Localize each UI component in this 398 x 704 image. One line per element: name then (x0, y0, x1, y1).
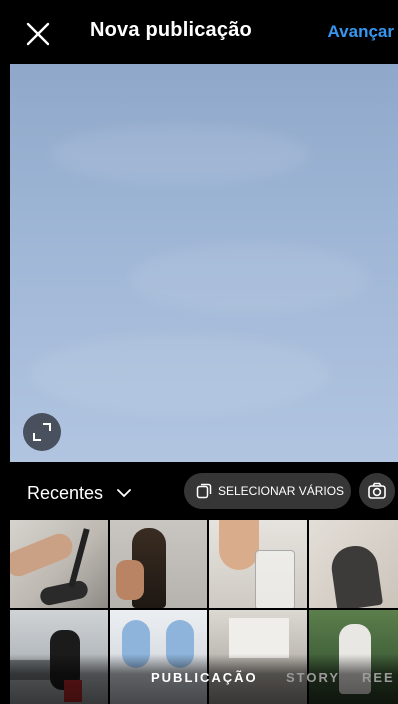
photo-detail (116, 560, 144, 600)
selected-photo-preview (10, 64, 398, 462)
photo-detail (219, 520, 259, 570)
expand-button[interactable] (23, 413, 61, 451)
next-button[interactable]: Avançar (328, 22, 394, 42)
cloud-texture (130, 244, 370, 314)
select-multiple-button[interactable]: SELECIONAR VÁRIOS (184, 473, 351, 509)
photo-detail (10, 529, 77, 581)
mode-story[interactable]: STORY (286, 670, 340, 685)
album-selector[interactable]: Recentes (27, 483, 103, 504)
close-icon[interactable] (24, 20, 52, 48)
mode-post[interactable]: PUBLICAÇÃO (151, 670, 258, 685)
photo-thumbnail[interactable] (110, 520, 207, 608)
photo-detail (229, 618, 289, 658)
camera-button[interactable] (359, 473, 395, 509)
select-multiple-label: SELECIONAR VÁRIOS (218, 484, 345, 498)
top-bar: Nova publicação Avançar (0, 0, 398, 64)
camera-icon (368, 482, 386, 499)
photo-detail (68, 528, 90, 588)
multi-select-icon (196, 483, 212, 499)
photo-thumbnail[interactable] (209, 520, 307, 608)
photo-detail (328, 543, 384, 608)
photo-thumbnail[interactable] (309, 520, 398, 608)
photo-detail (255, 550, 295, 608)
expand-icon (33, 423, 51, 441)
photo-thumbnail[interactable] (10, 520, 108, 608)
mode-reels[interactable]: REE (362, 670, 395, 685)
page-title: Nova publicação (90, 19, 252, 41)
chevron-down-icon[interactable] (117, 488, 131, 498)
cloud-texture (50, 124, 310, 184)
photo-detail (38, 579, 90, 607)
cloud-texture (30, 334, 330, 414)
